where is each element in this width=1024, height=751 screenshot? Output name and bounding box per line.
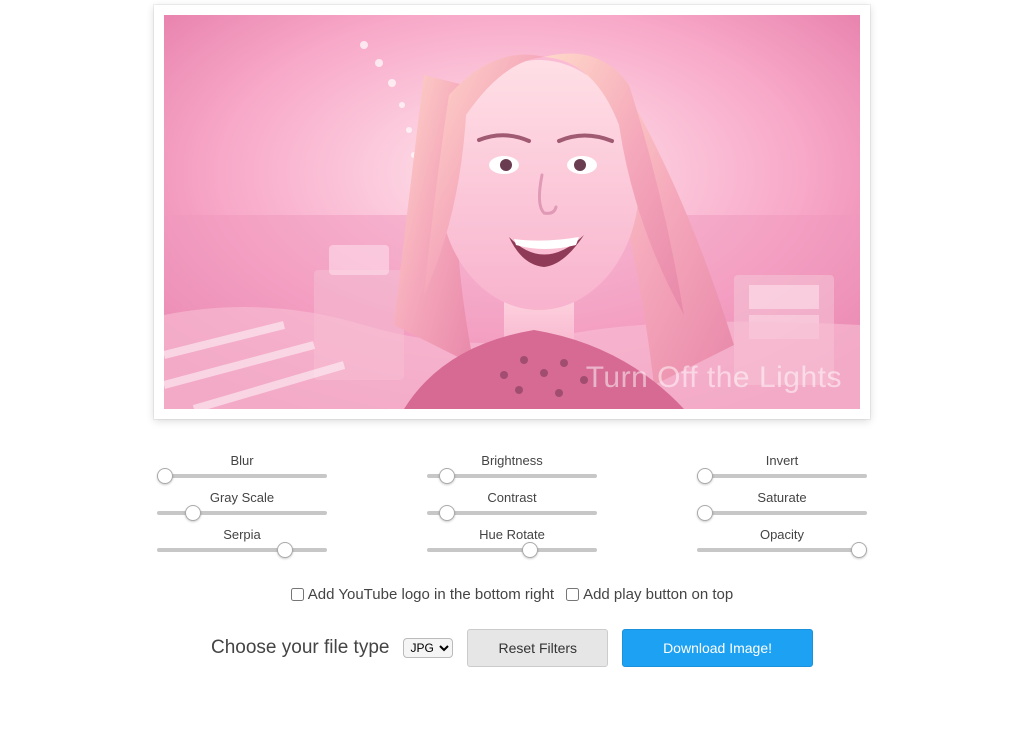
slider-group-grayscale: Gray Scale [122,490,362,515]
slider-opacity[interactable] [697,548,867,552]
slider-invert[interactable] [697,474,867,478]
slider-group-saturate: Saturate [662,490,902,515]
slider-brightness[interactable] [427,474,597,478]
slider-group-serpia: Serpia [122,527,362,552]
slider-label-huerotate: Hue Rotate [479,527,545,542]
checkbox-play-button-wrap[interactable]: Add play button on top [566,586,733,603]
filetype-select[interactable]: JPG [403,638,453,658]
checkbox-youtube-logo-wrap[interactable]: Add YouTube logo in the bottom right [291,586,554,603]
checkbox-youtube-logo-label: Add YouTube logo in the bottom right [308,586,554,603]
slider-label-blur: Blur [230,453,253,468]
slider-saturate[interactable] [697,511,867,515]
slider-label-grayscale: Gray Scale [210,490,274,505]
filter-controls: Blur Brightness Invert Gray Scale Contra… [62,453,962,564]
slider-group-huerotate: Hue Rotate [392,527,632,552]
checkbox-play-button[interactable] [566,588,579,601]
slider-group-invert: Invert [662,453,902,478]
filetype-label: Choose your file type [211,637,390,659]
slider-label-opacity: Opacity [760,527,804,542]
slider-group-contrast: Contrast [392,490,632,515]
slider-contrast[interactable] [427,511,597,515]
slider-label-brightness: Brightness [481,453,542,468]
checkbox-youtube-logo[interactable] [291,588,304,601]
options-row: Add YouTube logo in the bottom right Add… [0,586,1024,603]
checkbox-play-button-label: Add play button on top [583,586,733,603]
slider-group-blur: Blur [122,453,362,478]
slider-label-saturate: Saturate [757,490,806,505]
preview-image [164,15,860,409]
slider-group-opacity: Opacity [662,527,902,552]
reset-filters-button[interactable]: Reset Filters [467,629,608,667]
slider-serpia[interactable] [157,548,327,552]
slider-blur[interactable] [157,474,327,478]
slider-label-contrast: Contrast [487,490,536,505]
actions-row: Choose your file type JPG Reset Filters … [0,629,1024,667]
image-preview: Turn Off the Lights [164,15,860,409]
slider-label-serpia: Serpia [223,527,261,542]
slider-grayscale[interactable] [157,511,327,515]
slider-group-brightness: Brightness [392,453,632,478]
download-image-button[interactable]: Download Image! [622,629,813,667]
image-preview-frame: Turn Off the Lights [154,5,870,419]
slider-label-invert: Invert [766,453,799,468]
slider-huerotate[interactable] [427,548,597,552]
